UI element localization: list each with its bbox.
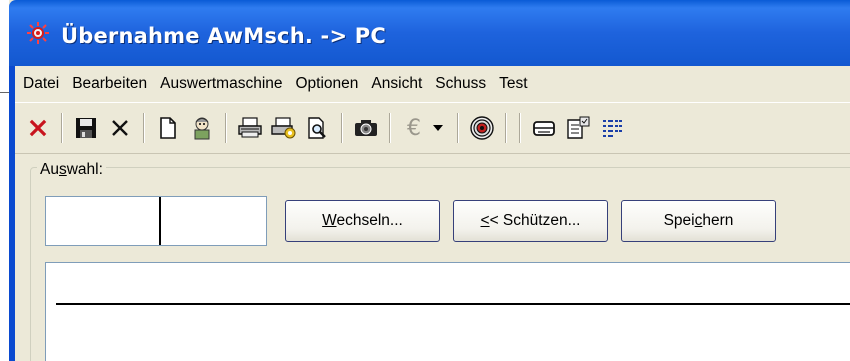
toolbar-separator [341,113,343,143]
target-button[interactable] [468,113,496,143]
camera-icon [355,120,377,136]
print-button[interactable] [236,113,264,143]
printer-button[interactable] [530,113,558,143]
wizard-icon [194,117,210,140]
desktop-edge-mark [0,92,9,93]
euro-icon: € [407,115,421,141]
application-window: Übernahme AwMsch. -> PC Datei Bearbeiten… [9,0,850,361]
menu-item-optionen[interactable]: Optionen [296,75,359,93]
speichern-label-prefix: Spei [663,212,695,229]
print-setup-button[interactable] [270,113,298,143]
menu-item-schuss[interactable]: Schuss [435,75,486,93]
auswahl-label-accel: s [58,161,67,178]
menu-item-auswertmaschine[interactable]: Auswertmaschine [160,75,282,93]
close-button[interactable] [24,113,52,143]
title-bar[interactable]: Übernahme AwMsch. -> PC [9,0,850,66]
new-document-icon [160,117,176,139]
menu-item-datei[interactable]: Datei [23,75,59,93]
speichern-button[interactable]: Speichern [621,200,776,242]
print-icon [238,117,262,138]
content-separator-line [56,303,850,305]
menu-bar: Datei Bearbeiten Auswertmaschine Optione… [15,66,850,103]
target-sun-icon [27,22,49,44]
menu-item-bearbeiten[interactable]: Bearbeiten [72,75,147,93]
camera-button[interactable] [352,113,380,143]
toolbar-separator [457,113,459,143]
new-document-button[interactable] [154,113,182,143]
properties-icon [567,116,590,139]
euro-dropdown-button[interactable] [431,113,445,143]
menu-item-test[interactable]: Test [499,75,527,93]
content-panel[interactable] [45,262,850,361]
printer-icon [533,121,555,136]
toolbar-separator [143,113,145,143]
list-view-button[interactable] [598,113,626,143]
toolbar-separator [389,113,391,143]
selection-field[interactable] [45,196,267,246]
wechseln-accel: W [322,212,337,229]
toolbar-separator [225,113,227,143]
dropdown-arrow-icon [433,125,443,131]
print-setup-icon [271,117,296,139]
menu-item-ansicht[interactable]: Ansicht [371,75,422,93]
delete-button[interactable] [106,113,134,143]
schuetzen-button[interactable]: << Schützen... [453,200,608,242]
toolbar-separator [61,113,63,143]
save-button[interactable] [72,113,100,143]
schuetzen-accel: < [480,212,490,229]
delete-x-icon [112,120,128,136]
list-view-icon [603,120,622,137]
schuetzen-label: < Schützen... [489,212,581,229]
target-icon [470,116,494,140]
toolbar: € [15,103,850,154]
auswahl-label: Auswahl: [37,161,106,179]
toolbar-separator [505,113,507,143]
close-red-x-icon [29,119,47,137]
wechseln-button[interactable]: Wechseln... [285,200,440,242]
properties-button[interactable] [564,113,592,143]
wechseln-label: echseln... [336,212,403,229]
selection-field-divider [159,197,161,245]
euro-button[interactable]: € [400,113,428,143]
auswahl-label-suffix: wahl: [66,161,103,178]
window-title: Übernahme AwMsch. -> PC [61,24,386,48]
auswahl-label-prefix: Au [40,161,59,178]
print-preview-icon [308,117,326,139]
toolbar-separator [519,113,521,143]
print-preview-button[interactable] [304,113,332,143]
speichern-label-suffix: hern [702,212,734,229]
save-disk-icon [76,118,96,138]
wizard-button[interactable] [188,113,216,143]
